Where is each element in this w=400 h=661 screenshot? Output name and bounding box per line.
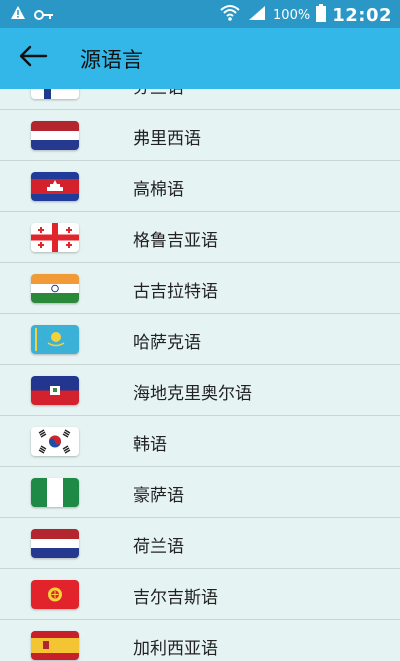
key-icon xyxy=(34,6,54,25)
list-item[interactable]: 格鲁吉亚语 xyxy=(0,212,400,263)
language-label: 哈萨克语 xyxy=(133,333,201,353)
status-bar: 100% 12:02 xyxy=(0,0,400,28)
finland-flag-icon xyxy=(31,89,79,99)
language-label: 弗里西语 xyxy=(133,129,201,149)
language-label: 海地克里奥尔语 xyxy=(133,384,252,404)
page-title: 源语言 xyxy=(80,48,143,72)
list-item[interactable]: 芬兰语 xyxy=(0,89,400,110)
signal-icon xyxy=(247,4,267,26)
list-item[interactable]: 海地克里奥尔语 xyxy=(0,365,400,416)
list-item[interactable]: 豪萨语 xyxy=(0,467,400,518)
language-list[interactable]: 芬兰语 弗里西语 高棉语 格鲁吉亚语 古吉拉特语 xyxy=(0,89,400,661)
list-item[interactable]: 韩语 xyxy=(0,416,400,467)
warning-icon xyxy=(10,5,26,25)
netherlands-flag-icon xyxy=(31,529,79,558)
south-korea-flag-icon xyxy=(31,427,79,456)
nigeria-flag-icon xyxy=(31,478,79,507)
language-label: 古吉拉特语 xyxy=(133,282,218,302)
language-label: 荷兰语 xyxy=(133,537,184,557)
clock: 12:02 xyxy=(332,4,392,26)
app-bar: 源语言 xyxy=(0,28,400,89)
battery-icon xyxy=(316,4,327,26)
list-item[interactable]: 哈萨克语 xyxy=(0,314,400,365)
language-label: 格鲁吉亚语 xyxy=(133,231,218,251)
spain-flag-icon xyxy=(31,631,79,660)
cambodia-flag-icon xyxy=(31,172,79,201)
list-item[interactable]: 高棉语 xyxy=(0,161,400,212)
list-item[interactable]: 加利西亚语 xyxy=(0,620,400,661)
language-label: 韩语 xyxy=(133,435,167,455)
arrow-left-icon xyxy=(18,44,48,72)
netherlands-flag-icon xyxy=(31,121,79,150)
language-label: 芬兰语 xyxy=(133,89,184,98)
language-label: 加利西亚语 xyxy=(133,639,218,659)
language-label: 高棉语 xyxy=(133,180,184,200)
kyrgyzstan-flag-icon xyxy=(31,580,79,609)
language-label: 吉尔吉斯语 xyxy=(133,588,218,608)
list-item[interactable]: 古吉拉特语 xyxy=(0,263,400,314)
list-item[interactable]: 吉尔吉斯语 xyxy=(0,569,400,620)
battery-percent: 100% xyxy=(273,7,311,23)
kazakhstan-flag-icon xyxy=(31,325,79,354)
georgia-flag-icon xyxy=(31,223,79,252)
wifi-icon xyxy=(219,4,241,26)
list-item[interactable]: 弗里西语 xyxy=(0,110,400,161)
language-label: 豪萨语 xyxy=(133,486,184,506)
list-item[interactable]: 荷兰语 xyxy=(0,518,400,569)
haiti-flag-icon xyxy=(31,376,79,405)
india-flag-icon xyxy=(31,274,79,303)
back-button[interactable] xyxy=(15,40,51,76)
